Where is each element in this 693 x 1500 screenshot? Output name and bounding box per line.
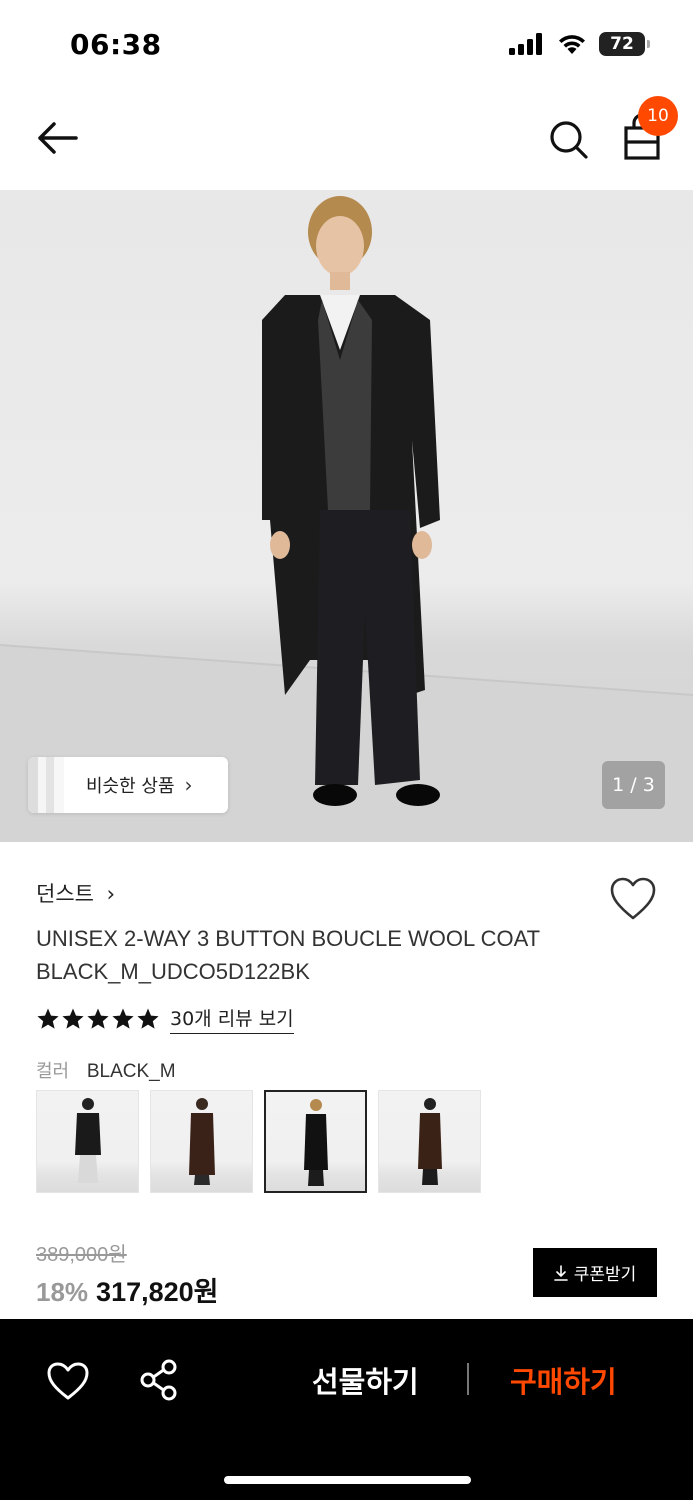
star-icon <box>112 1008 134 1029</box>
coupon-label: 쿠폰받기 <box>573 1265 637 1285</box>
brand-link[interactable]: 던스트 › <box>36 878 115 908</box>
star-icon <box>37 1008 59 1029</box>
star-rating <box>36 1007 160 1031</box>
back-arrow-icon[interactable] <box>34 116 82 160</box>
color-swatch[interactable] <box>378 1090 481 1193</box>
product-name-line2: BLACK_M_UDCO5D122BK <box>36 959 310 984</box>
color-row: 컬러 BLACK_M <box>36 1057 176 1083</box>
discount-rate: 18% <box>36 1277 89 1307</box>
original-price: 389,000원 <box>36 1244 127 1266</box>
similar-products-button[interactable]: 비슷한 상품 › <box>28 757 228 813</box>
wishlist-heart-icon[interactable] <box>608 876 658 922</box>
search-icon[interactable] <box>545 116 593 164</box>
brand-name: 던스트 <box>36 882 94 906</box>
review-link[interactable]: 30개 리뷰 보기 <box>170 1004 294 1034</box>
model-photo <box>0 196 693 842</box>
chevron-right-icon: › <box>184 773 193 797</box>
color-label: 컬러 <box>36 1061 70 1082</box>
color-swatch-selected[interactable] <box>264 1090 367 1193</box>
similar-products-label: 비슷한 상품 <box>86 776 175 797</box>
status-time: 06:38 <box>70 28 162 61</box>
wifi-icon <box>559 35 585 54</box>
home-indicator <box>224 1476 471 1484</box>
chevron-right-icon: › <box>106 882 116 906</box>
buy-button[interactable]: 구매하기 <box>510 1359 617 1401</box>
price-row: 18% 317,820원 <box>36 1270 219 1309</box>
top-nav <box>0 92 693 190</box>
share-icon[interactable] <box>140 1359 178 1401</box>
star-icon <box>87 1008 109 1029</box>
download-icon <box>553 1264 568 1281</box>
divider <box>467 1363 469 1395</box>
swatch-model-image <box>188 1098 215 1185</box>
bottom-action-bar: 선물하기 구매하기 <box>0 1319 693 1500</box>
battery-icon: 72 <box>599 32 650 56</box>
color-swatch[interactable] <box>150 1090 253 1193</box>
coupon-download-button[interactable]: 쿠폰받기 <box>533 1248 657 1297</box>
swatch-model-image <box>74 1098 101 1183</box>
product-image[interactable] <box>0 190 693 842</box>
gift-button[interactable]: 선물하기 <box>312 1359 419 1401</box>
status-bar: 06:38 72 <box>0 0 693 92</box>
sale-price: 317,820원 <box>96 1277 219 1307</box>
color-value: BLACK_M <box>86 1061 176 1082</box>
swatch-model-image <box>417 1098 442 1185</box>
similar-products-thumbnail <box>28 757 64 813</box>
product-name: UNISEX 2-WAY 3 BUTTON BOUCLE WOOL COAT B… <box>36 922 616 988</box>
star-icon <box>137 1008 159 1029</box>
cellular-signal-icon <box>509 33 542 55</box>
heart-icon[interactable] <box>46 1361 90 1401</box>
rating-row: 30개 리뷰 보기 <box>36 1004 294 1034</box>
image-page-indicator: 1 / 3 <box>602 761 665 809</box>
star-icon <box>62 1008 84 1029</box>
product-name-line1: UNISEX 2-WAY 3 BUTTON BOUCLE WOOL COAT <box>36 926 541 951</box>
color-swatch[interactable] <box>36 1090 139 1193</box>
swatch-model-image <box>303 1099 328 1186</box>
cart-count-badge: 10 <box>638 96 678 136</box>
color-swatches <box>36 1090 481 1193</box>
status-icons: 72 <box>509 32 650 56</box>
